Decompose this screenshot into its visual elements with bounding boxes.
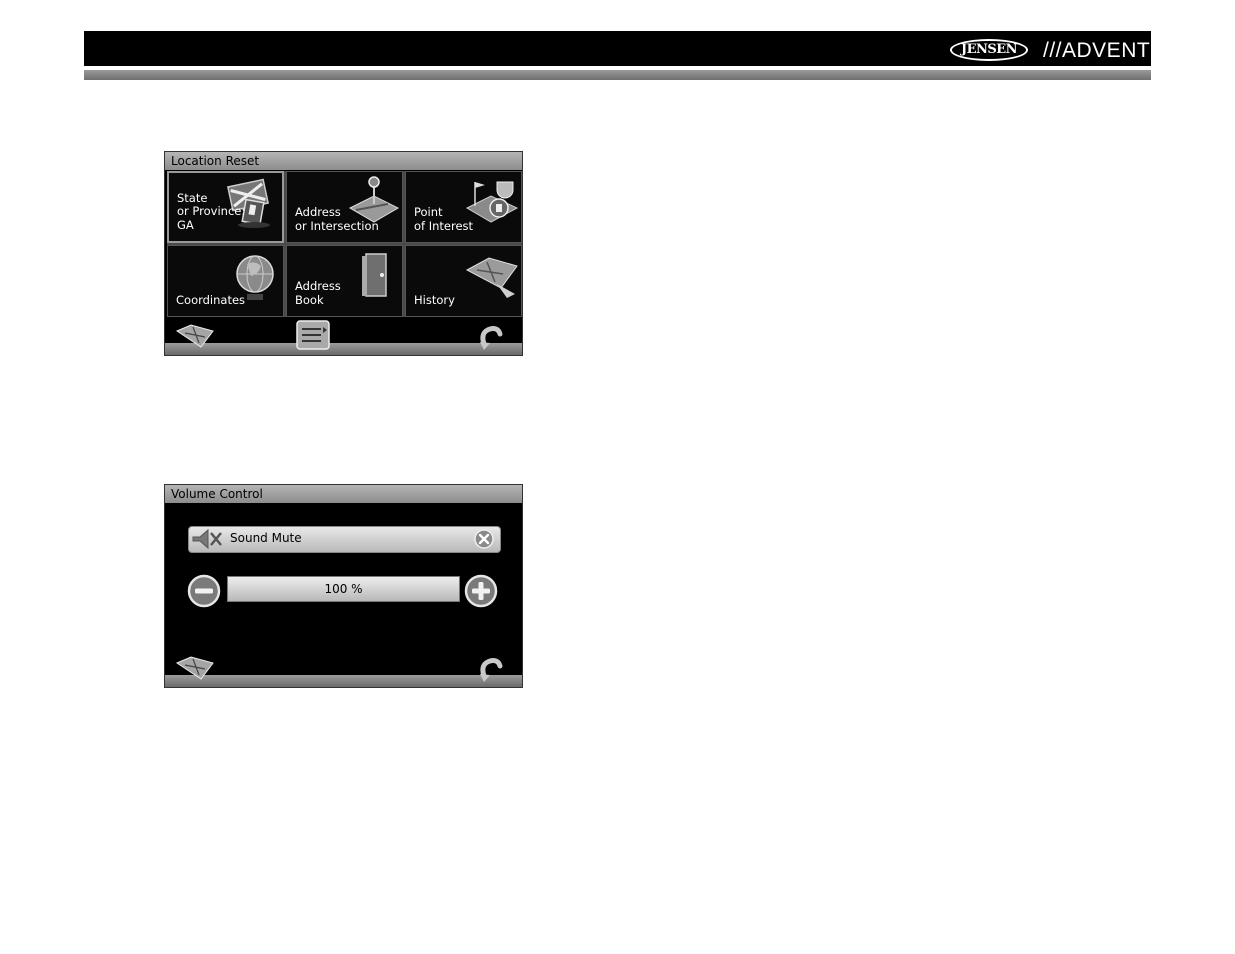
screen-title: Volume Control <box>165 485 522 503</box>
tile-label: Coordinates <box>176 292 246 307</box>
close-icon <box>474 529 494 549</box>
bottom-toolbar <box>165 649 522 687</box>
tile-point-of-interest[interactable]: Point of Interest <box>405 171 522 243</box>
list-icon[interactable] <box>295 319 331 351</box>
back-arrow-icon[interactable] <box>476 320 506 352</box>
advent-logo: ///ADVENT <box>1043 39 1151 62</box>
tile-label: State or Province: GA <box>177 190 246 232</box>
bottom-toolbar <box>165 317 522 355</box>
speaker-icon <box>192 528 222 550</box>
jensen-logo: JENSEN <box>950 39 1028 61</box>
map-history-icon <box>465 257 518 298</box>
mute-label: Sound Mute <box>230 531 302 545</box>
tile-label: Address Book <box>295 279 341 307</box>
tile-history[interactable]: History <box>405 245 522 317</box>
tile-address-book[interactable]: Address Book <box>286 245 403 317</box>
tile-address-intersection[interactable]: Address or Intersection <box>286 171 403 243</box>
location-reset-screen: Location Reset State or Province: GA Add… <box>164 151 523 356</box>
header-rule <box>84 70 1151 80</box>
map-icon[interactable] <box>175 653 215 683</box>
volume-control-screen: Volume Control Sound Mute 100 % <box>164 484 523 688</box>
screen-title: Location Reset <box>165 152 522 170</box>
map-icon[interactable] <box>175 321 215 351</box>
tile-label: Address or Intersection <box>295 205 379 233</box>
bottom-strip <box>165 343 522 355</box>
volume-down-button[interactable] <box>187 574 221 608</box>
book-icon <box>362 253 387 297</box>
tile-state-province[interactable]: State or Province: GA <box>167 171 284 243</box>
location-options-grid: State or Province: GA Address or Interse… <box>167 171 522 317</box>
volume-up-button[interactable] <box>464 574 498 608</box>
volume-level-display: 100 % <box>227 576 460 602</box>
bottom-strip <box>165 675 522 687</box>
back-arrow-icon[interactable] <box>476 652 506 684</box>
tile-label: Point of Interest <box>414 205 474 233</box>
sound-mute-button[interactable]: Sound Mute <box>188 526 501 553</box>
tile-coordinates[interactable]: Coordinates <box>167 245 284 317</box>
tile-label: History <box>414 292 455 307</box>
